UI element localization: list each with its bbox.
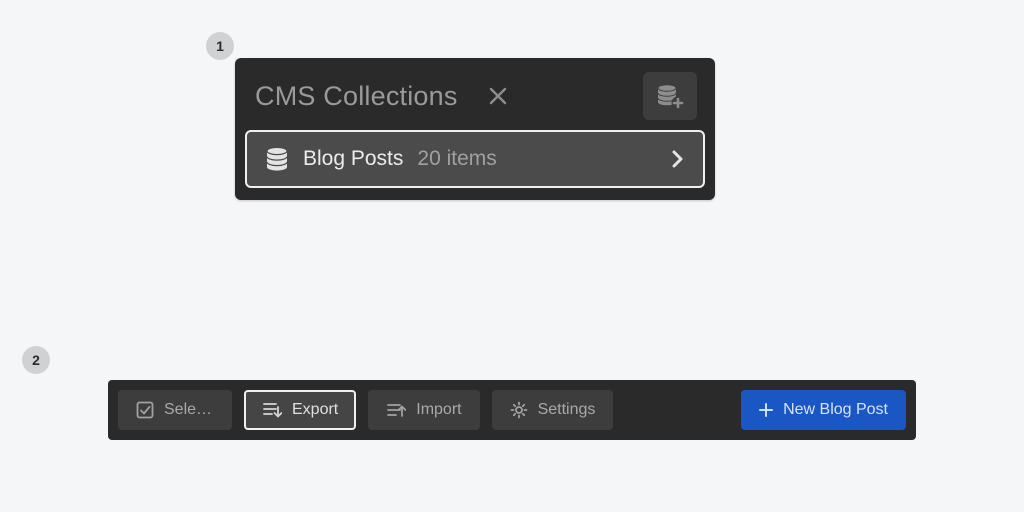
- plus-icon: [759, 403, 773, 417]
- step-badge-1: 1: [206, 32, 234, 60]
- export-icon: [262, 401, 282, 419]
- export-label: Export: [292, 401, 338, 419]
- panel-header: CMS Collections: [245, 68, 705, 130]
- select-label: Select...: [164, 401, 214, 419]
- add-collection-button[interactable]: [643, 72, 697, 120]
- database-plus-icon: [655, 81, 685, 111]
- select-button[interactable]: Select...: [118, 390, 232, 430]
- collection-count: 20 items: [417, 147, 496, 171]
- settings-button[interactable]: Settings: [492, 390, 614, 430]
- cms-collections-panel: CMS Collections: [235, 58, 715, 200]
- panel-title: CMS Collections: [255, 81, 458, 112]
- import-icon: [386, 401, 406, 419]
- settings-label: Settings: [538, 401, 596, 419]
- new-blog-post-button[interactable]: New Blog Post: [741, 390, 906, 430]
- import-button[interactable]: Import: [368, 390, 479, 430]
- import-label: Import: [416, 401, 461, 419]
- collection-item-blog-posts[interactable]: Blog Posts 20 items: [245, 130, 705, 188]
- checkbox-icon: [136, 401, 154, 419]
- database-icon: [265, 146, 289, 172]
- gear-icon: [510, 401, 528, 419]
- collection-name: Blog Posts: [303, 147, 403, 171]
- export-button[interactable]: Export: [244, 390, 356, 430]
- chevron-right-icon: [671, 149, 685, 169]
- close-icon[interactable]: [482, 86, 514, 106]
- step-badge-2: 2: [22, 346, 50, 374]
- collection-toolbar: Select... Export Import: [108, 380, 916, 440]
- new-blog-post-label: New Blog Post: [783, 401, 888, 419]
